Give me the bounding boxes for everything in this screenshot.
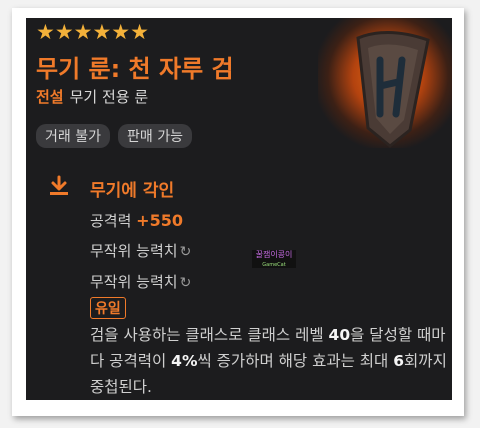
badge-sellable: 판매 가능 [117,124,192,148]
watermark-subtext: GameCat [262,262,286,268]
attack-label: 공격력 [90,212,137,230]
watermark-text: 꿀잼이콩이 [255,250,293,259]
desc-text: 검을 사용하는 클래스로 클래스 레벨 [90,326,329,344]
item-tooltip: ★★★★★★ 무기 룬: 천 자루 검 전설 무기 전용 룬 거래 불가 판매 가… [26,18,452,400]
random-stat-2: 무작위 능력치 ↻ [90,271,191,292]
random-stat-label: 무작위 능력치 [90,242,178,260]
desc-value: 40 [328,326,351,344]
unique-tag: 유일 [90,297,126,319]
item-subtitle: 전설 무기 전용 룬 [36,86,148,107]
random-stat-label: 무작위 능력치 [90,273,178,291]
rarity-stars: ★★★★★★ [36,20,149,44]
desc-value: 4% [171,352,198,370]
refresh-icon[interactable]: ↻ [180,275,192,291]
watermark-logo: 꿀잼이콩이 GameCat [252,250,296,268]
random-stat-1: 무작위 능력치 ↻ [90,240,191,261]
attack-stat: 공격력 +550 [90,210,183,231]
attack-value: +550 [136,211,183,230]
item-title: 무기 룬: 천 자루 검 [36,55,234,83]
desc-text: 씩 증가하며 해당 효과는 최대 [197,352,394,370]
refresh-icon[interactable]: ↻ [180,244,192,260]
desc-value: 6 [393,352,405,370]
effect-description: 검을 사용하는 클래스로 클래스 레벨 40을 달성할 때마다 공격력이 4%씩… [90,322,450,400]
rune-emblem-icon [318,18,452,148]
download-arrow-icon [48,175,70,201]
item-type: 무기 전용 룬 [69,88,149,106]
item-grade: 전설 [36,88,64,106]
badge-untradable: 거래 불가 [36,124,110,148]
item-badges: 거래 불가 판매 가능 [36,124,192,148]
section-title: 무기에 각인 [90,181,175,201]
